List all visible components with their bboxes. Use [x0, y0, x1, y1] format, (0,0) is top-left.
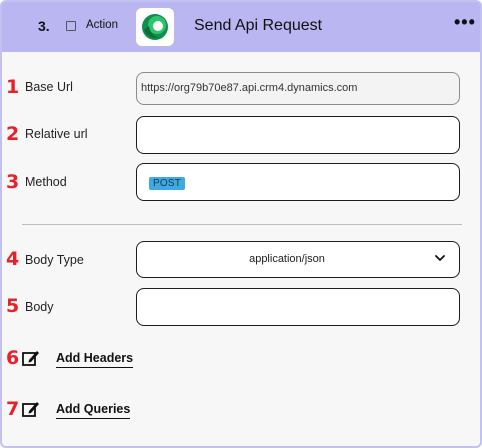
- method-label: Method: [25, 175, 67, 189]
- action-number-6: 6: [6, 347, 20, 369]
- method-field[interactable]: POST: [136, 163, 460, 201]
- field-number-5: 5: [6, 295, 20, 317]
- field-number-2: 2: [6, 123, 20, 145]
- relative-url-input[interactable]: [136, 116, 460, 154]
- step-card: 3. Action Send Api Request ••• 1 Base Ur…: [0, 0, 482, 448]
- more-options-icon[interactable]: •••: [454, 12, 476, 33]
- relative-url-label: Relative url: [25, 127, 88, 141]
- dynamics-365-logo-icon: [136, 8, 174, 46]
- step-select-checkbox[interactable]: [66, 21, 76, 31]
- field-number-3: 3: [6, 171, 20, 193]
- base-url-value: https://org79b70e87.api.crm4.dynamics.co…: [141, 82, 358, 94]
- chevron-down-icon: [435, 255, 445, 261]
- step-header: 3. Action Send Api Request •••: [2, 2, 480, 52]
- edit-icon[interactable]: [21, 399, 41, 419]
- method-badge: POST: [149, 177, 186, 190]
- add-headers-link[interactable]: Add Headers: [56, 351, 134, 368]
- body-input[interactable]: [136, 288, 460, 326]
- action-number-7: 7: [6, 398, 20, 420]
- base-url-label: Base Url: [25, 80, 73, 94]
- step-number: 3.: [38, 18, 50, 34]
- step-type-label: Action: [86, 19, 118, 31]
- body-type-label: Body Type: [25, 253, 84, 267]
- body-type-select[interactable]: application/json: [136, 241, 460, 278]
- body-type-value: application/json: [249, 253, 325, 265]
- base-url-field[interactable]: https://org79b70e87.api.crm4.dynamics.co…: [136, 72, 460, 105]
- step-title: Send Api Request: [194, 17, 323, 34]
- field-number-4: 4: [6, 248, 20, 270]
- body-label: Body: [25, 300, 54, 314]
- add-queries-link[interactable]: Add Queries: [56, 402, 131, 419]
- divider: [22, 224, 462, 225]
- edit-icon[interactable]: [21, 348, 41, 368]
- field-number-1: 1: [6, 76, 20, 98]
